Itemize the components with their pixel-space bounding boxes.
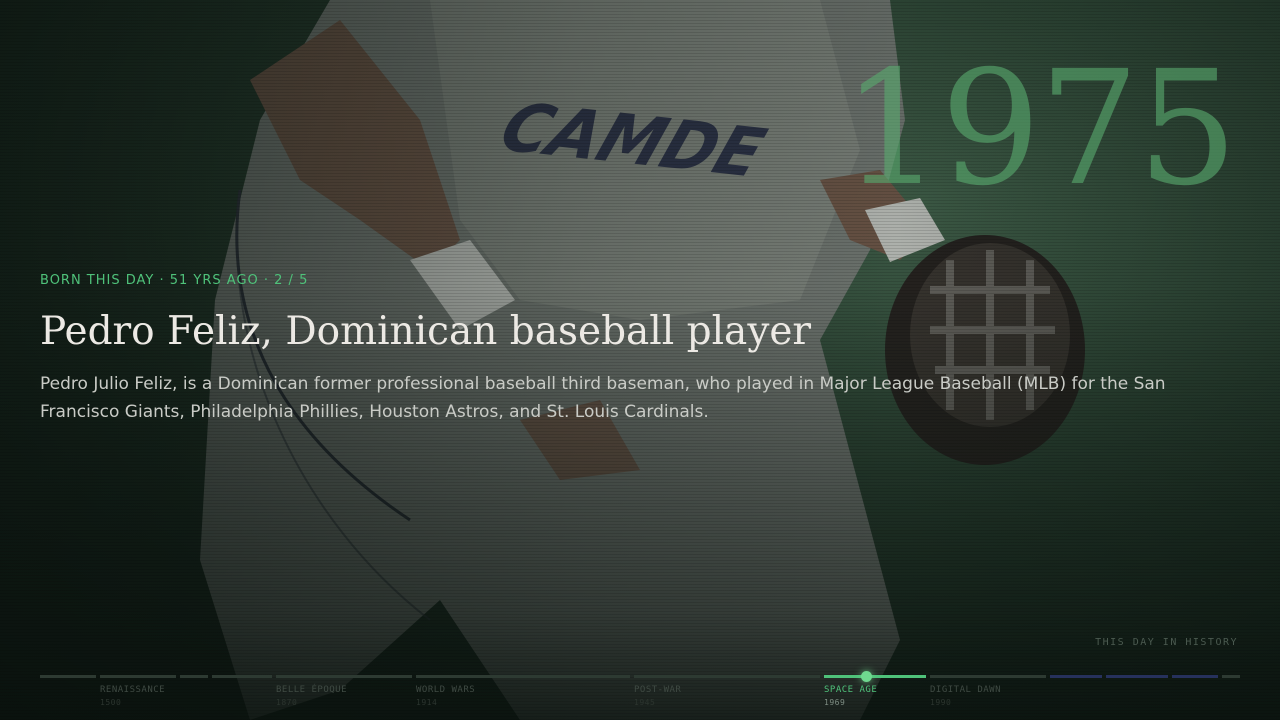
event-description: Pedro Julio Feliz, is a Dominican former… xyxy=(40,374,1166,422)
era-name: WORLD WARS xyxy=(416,685,476,695)
timeline-segment xyxy=(930,675,1046,678)
era-year: 1945 xyxy=(634,698,656,707)
era-label-digital-dawn[interactable]: DIGITAL DAWN 1990 xyxy=(930,685,1001,707)
timeline-segment xyxy=(1106,675,1168,678)
timeline-segment xyxy=(634,675,820,678)
era-year: 1870 xyxy=(276,698,298,707)
event-title: Pedro Feliz, Dominican baseball player xyxy=(40,309,812,354)
era-name: RENAISSANCE xyxy=(100,685,166,695)
era-label-space-age[interactable]: SPACE AGE 1969 xyxy=(824,685,877,707)
timeline-segment xyxy=(1222,675,1240,678)
timeline-current-marker[interactable] xyxy=(861,671,872,682)
era-timeline[interactable]: RENAISSANCE 1500 BELLE ÉPOQUE 1870 WORLD… xyxy=(40,670,1240,720)
era-name: DIGITAL DAWN xyxy=(930,685,1002,695)
timeline-segment xyxy=(180,675,208,678)
timeline-segment-active xyxy=(824,675,926,678)
era-label-post-war[interactable]: POST-WAR 1945 xyxy=(634,685,681,707)
timeline-segment xyxy=(1172,675,1218,678)
timeline-segment xyxy=(40,675,96,678)
timeline-segment xyxy=(276,675,412,678)
era-name: SPACE AGE xyxy=(824,685,878,695)
history-slide: CAMDE 1975 BO xyxy=(0,0,1280,720)
timeline-segment xyxy=(416,675,630,678)
event-meta: BORN THIS DAY · 51 YRS AGO · 2 / 5 xyxy=(40,273,309,288)
era-name: BELLE ÉPOQUE xyxy=(276,685,348,695)
era-label-renaissance[interactable]: RENAISSANCE 1500 xyxy=(100,685,165,707)
era-year: 1914 xyxy=(416,698,438,707)
era-year: 1500 xyxy=(100,698,122,707)
era-label-world-wars[interactable]: WORLD WARS 1914 xyxy=(416,685,475,707)
era-year: 1990 xyxy=(930,698,952,707)
era-year: 1969 xyxy=(824,698,846,707)
brand-label: THIS DAY IN HISTORY xyxy=(1095,637,1238,648)
timeline-segment xyxy=(100,675,176,678)
era-name: POST-WAR xyxy=(634,685,682,695)
era-label-belle-epoque[interactable]: BELLE ÉPOQUE 1870 xyxy=(276,685,347,707)
timeline-segment xyxy=(212,675,272,678)
year-display: 1975 xyxy=(841,37,1238,221)
timeline-segment xyxy=(1050,675,1102,678)
